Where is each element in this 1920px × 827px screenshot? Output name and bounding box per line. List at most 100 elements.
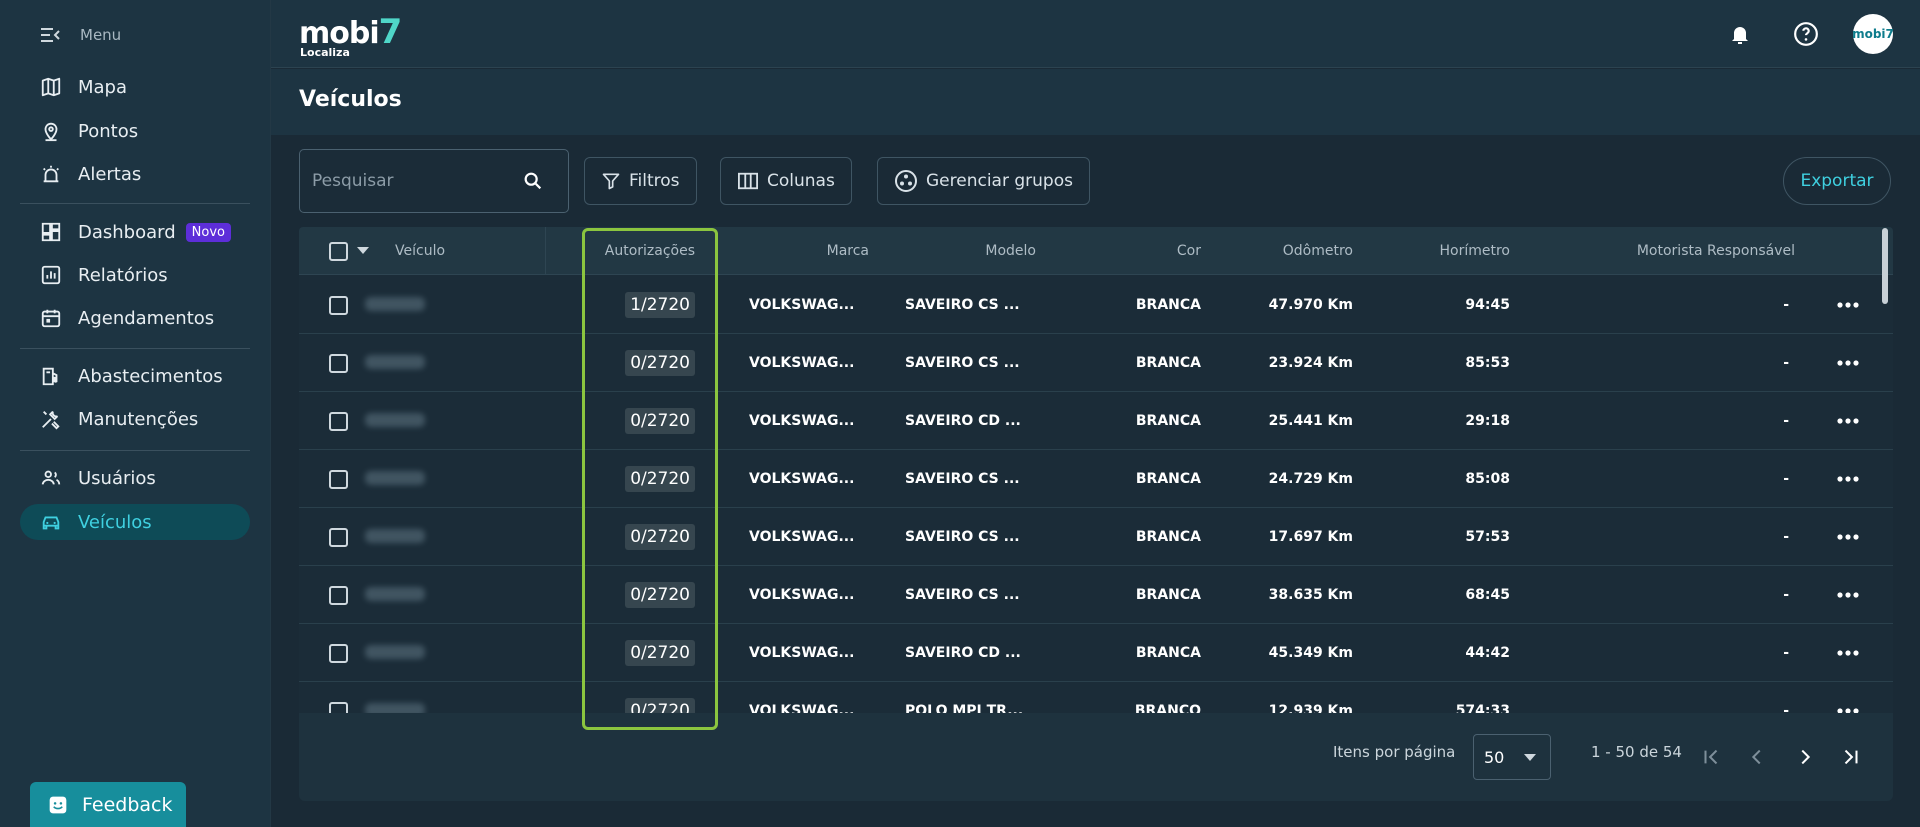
vehicle-plate-blurred xyxy=(365,355,425,369)
row-actions-button[interactable] xyxy=(1837,682,1859,713)
select-dropdown-caret-icon[interactable] xyxy=(357,247,369,254)
sidebar-item-pontos[interactable]: Pontos xyxy=(20,113,250,149)
export-button[interactable]: Exportar xyxy=(1783,157,1891,205)
table-row[interactable]: 0/2720 VOLKSWAG... SAVEIRO CD ... BRANCA 25.… xyxy=(299,392,1893,450)
authorizations-cell: 0/2720 xyxy=(545,566,695,624)
row-actions-button[interactable] xyxy=(1837,392,1859,450)
authorizations-cell: 0/2720 xyxy=(545,334,695,392)
hourmeter-cell: 68:45 xyxy=(1465,587,1510,603)
column-header-vehicle[interactable]: Veículo xyxy=(395,227,445,275)
row-actions-button[interactable] xyxy=(1837,566,1859,624)
row-checkbox[interactable] xyxy=(329,644,348,663)
hourmeter-cell: 85:53 xyxy=(1465,355,1510,371)
row-actions-button[interactable] xyxy=(1837,450,1859,508)
odometer-cell: 12.939 Km xyxy=(1268,703,1353,713)
sidebar-item-manutencoes[interactable]: Manutenções xyxy=(20,401,250,437)
model-cell: SAVEIRO CD ... xyxy=(905,413,1021,429)
table-row[interactable]: 0/2720 VOLKSWAG... SAVEIRO CD ... BRANCA 45.… xyxy=(299,624,1893,682)
hourmeter-cell: 85:08 xyxy=(1465,471,1510,487)
sidebar-divider xyxy=(20,450,250,451)
table-row[interactable]: 1/2720 VOLKSWAG... SAVEIRO CS ... BRANCA 47.… xyxy=(299,276,1893,334)
column-header-color[interactable]: Cor xyxy=(1059,227,1201,275)
odometer-cell: 17.697 Km xyxy=(1268,529,1353,545)
table-scrollbar[interactable] xyxy=(1882,228,1888,304)
table-row[interactable]: 0/2720 VOLKSWAG... SAVEIRO CS ... BRANCA 38.… xyxy=(299,566,1893,624)
row-actions-button[interactable] xyxy=(1837,334,1859,392)
sidebar-item-alertas[interactable]: Alertas xyxy=(20,156,250,192)
sidebar-item-dashboard[interactable]: Dashboard Novo xyxy=(20,214,250,250)
row-checkbox[interactable] xyxy=(329,702,348,713)
menu-toggle[interactable]: Menu xyxy=(40,22,121,48)
sidebar-divider xyxy=(20,348,250,349)
last-page-button[interactable] xyxy=(1837,743,1865,771)
column-header-hourmeter[interactable]: Horímetro xyxy=(1369,227,1511,275)
first-page-button[interactable] xyxy=(1697,743,1725,771)
user-avatar[interactable]: mobi7 xyxy=(1852,14,1894,54)
column-header-authorizations[interactable]: Autorizações xyxy=(545,227,695,275)
next-page-button[interactable] xyxy=(1791,743,1819,771)
more-horizontal-icon xyxy=(1837,534,1859,540)
mobi7-logo[interactable]: mobi7 Localiza xyxy=(299,12,402,59)
row-actions-button[interactable] xyxy=(1837,508,1859,566)
feedback-button[interactable]: Feedback xyxy=(30,782,186,827)
row-checkbox[interactable] xyxy=(329,296,348,315)
search-icon[interactable] xyxy=(522,170,544,192)
sidebar-item-mapa[interactable]: Mapa xyxy=(20,69,250,105)
color-cell: BRANCA xyxy=(1135,355,1201,371)
groups-icon xyxy=(894,169,918,193)
items-per-page-select[interactable]: 50 xyxy=(1473,734,1551,780)
column-header-odometer[interactable]: Odômetro xyxy=(1219,227,1353,275)
manage-groups-button[interactable]: Gerenciar grupos xyxy=(877,157,1090,205)
columns-button[interactable]: Colunas xyxy=(720,157,852,205)
chevron-down-icon xyxy=(1524,754,1536,761)
bell-icon xyxy=(1728,22,1752,46)
color-cell: BRANCA xyxy=(1135,413,1201,429)
row-checkbox[interactable] xyxy=(329,412,348,431)
model-cell: SAVEIRO CS ... xyxy=(905,471,1020,487)
table-row[interactable]: 0/2720 VOLKSWAG... SAVEIRO CS ... BRANCA 17.… xyxy=(299,508,1893,566)
column-header-driver[interactable]: Motorista Responsável xyxy=(1559,227,1795,275)
row-checkbox[interactable] xyxy=(329,354,348,373)
authorizations-cell: 0/2720 xyxy=(545,392,695,450)
table-row[interactable]: 0/2720 VOLKSWAG... SAVEIRO CS ... BRANCA 24.… xyxy=(299,450,1893,508)
driver-cell: - xyxy=(1783,703,1789,713)
column-header-model[interactable]: Modelo xyxy=(899,227,1036,275)
previous-page-button[interactable] xyxy=(1743,743,1771,771)
sidebar-item-agendamentos[interactable]: Agendamentos xyxy=(20,300,250,336)
odometer-cell: 25.441 Km xyxy=(1268,413,1353,429)
row-checkbox[interactable] xyxy=(329,586,348,605)
brand-cell: VOLKSWAG... xyxy=(749,587,855,603)
car-icon xyxy=(40,511,62,533)
row-checkbox[interactable] xyxy=(329,470,348,489)
feedback-smile-icon xyxy=(48,795,68,815)
table-row[interactable]: 0/2720 VOLKSWAG... POLO MPI TR... BRANCO 12.… xyxy=(299,682,1893,713)
pagination: Itens por página 50 1 - 50 de 54 xyxy=(299,713,1893,801)
notifications-button[interactable] xyxy=(1723,17,1757,51)
sidebar-item-abastecimentos[interactable]: Abastecimentos xyxy=(20,358,250,394)
search-input[interactable] xyxy=(312,171,522,191)
column-header-brand[interactable]: Marca xyxy=(719,227,869,275)
sidebar-item-relatorios[interactable]: Relatórios xyxy=(20,257,250,293)
sidebar: Menu Mapa Pontos Alertas Dashboard Novo … xyxy=(0,0,270,827)
row-actions-button[interactable] xyxy=(1837,276,1859,334)
main-content: mobi7 Localiza mobi7 Veículos Filtros Co… xyxy=(270,0,1920,827)
filter-icon xyxy=(601,171,621,191)
model-cell: POLO MPI TR... xyxy=(905,703,1024,713)
driver-cell: - xyxy=(1783,355,1789,371)
row-checkbox[interactable] xyxy=(329,528,348,547)
sidebar-item-usuarios[interactable]: Usuários xyxy=(20,460,250,496)
help-button[interactable] xyxy=(1789,17,1823,51)
odometer-cell: 24.729 Km xyxy=(1268,471,1353,487)
table-row[interactable]: 0/2720 VOLKSWAG... SAVEIRO CS ... BRANCA 23.… xyxy=(299,334,1893,392)
menu-label: Menu xyxy=(80,26,122,44)
color-cell: BRANCO xyxy=(1134,703,1201,713)
sidebar-item-veiculos[interactable]: Veículos xyxy=(20,504,250,540)
location-pin-icon xyxy=(40,120,62,142)
row-actions-button[interactable] xyxy=(1837,624,1859,682)
columns-icon xyxy=(737,171,759,191)
filters-button[interactable]: Filtros xyxy=(584,157,697,205)
select-all-checkbox[interactable] xyxy=(329,242,348,261)
brand-cell: VOLKSWAG... xyxy=(749,355,855,371)
model-cell: SAVEIRO CS ... xyxy=(905,529,1020,545)
color-cell: BRANCA xyxy=(1135,297,1201,313)
